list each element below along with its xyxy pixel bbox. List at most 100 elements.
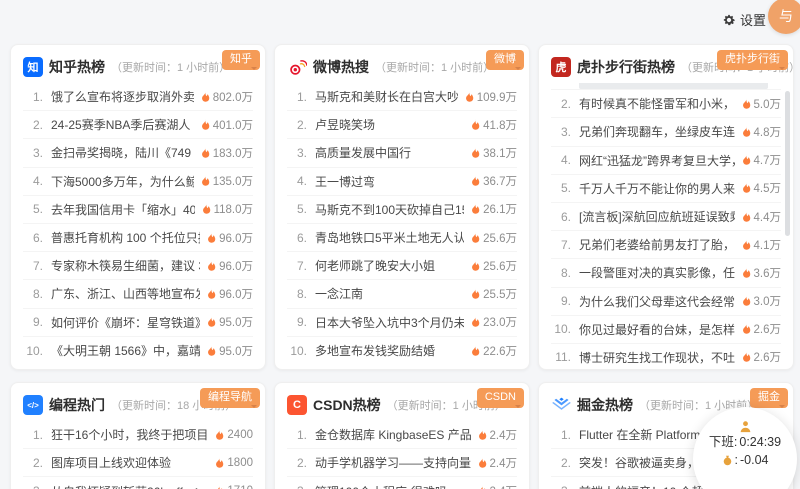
card-zhihu: 知知乎热榜 （更新时间：1 小时前）知乎 1. 饿了么宣布将逐步取消外卖超时... 80… <box>10 44 266 370</box>
list-item[interactable]: 10. 你见过最好看的台妹，是怎样的？可... 2.6万 <box>551 316 781 344</box>
list-item[interactable]: 2. 动手学机器学习——支持向量机SVM... 2.4万 <box>287 449 517 478</box>
rank-number: 5. <box>560 181 571 196</box>
heat-value: 135.0万 <box>200 173 253 189</box>
list-item[interactable]: 11. 博士研究生找工作现状，不吐不快 2.6万 <box>551 344 782 369</box>
list-item[interactable]: 2. 24-25赛季NBA季后赛湖人 104:11... 401.0万 <box>23 111 253 140</box>
scrollbar-thumb[interactable] <box>785 91 790 236</box>
heat-number: 118.0万 <box>213 204 253 217</box>
flame-icon <box>470 203 480 215</box>
flame-icon <box>741 210 751 223</box>
heat-value: 4.8万 <box>741 124 781 140</box>
list-item[interactable]: 4. 王一博过弯 36.7万 <box>287 168 517 196</box>
card-title: 微博热搜 <box>313 59 369 75</box>
heat-value: 2400 <box>214 429 253 441</box>
list-item-partial <box>551 83 781 91</box>
list-item[interactable]: 8. 广东、浙江、山西等地宣布发钱奖... 96.0万 <box>23 280 253 309</box>
item-title: 你见过最好看的台妹，是怎样的？可... <box>579 322 735 337</box>
flame-icon <box>206 260 216 272</box>
list-item[interactable]: 7. 何老师跳了晚安大小姐 25.6万 <box>287 252 517 281</box>
rank-number: 3. <box>287 484 307 489</box>
list-item[interactable]: 9. 日本大爷坠入坑中3个月仍未获救 23.0万 <box>287 309 517 337</box>
list-item[interactable]: 8. 一念江南 25.5万 <box>287 280 517 309</box>
list-item[interactable]: 2. 卢昱晓笑场 41.8万 <box>287 111 517 140</box>
list-item[interactable]: 5. 去年我国信用卡「缩水」4000万... 118.0万 <box>23 196 253 224</box>
rank-number: 4. <box>32 174 43 189</box>
flame-icon <box>214 428 224 441</box>
item-title: 青岛地铁口5平米土地无人认领 <box>315 231 465 246</box>
heat-value: 3.6万 <box>741 265 781 281</box>
avatar[interactable]: 与 <box>768 0 800 34</box>
card-header: 知知乎热榜 （更新时间：1 小时前） <box>23 53 253 81</box>
list-item[interactable]: 1. 金仓数据库 KingbaseES 产品深度优... 2.4万 <box>287 421 517 450</box>
list-item[interactable]: 5. 千万人千万不能让你的男人来胡志明... 4.5万 <box>551 175 781 203</box>
rank-number: 4. <box>560 153 571 168</box>
heat-value: 2.4万 <box>477 427 517 443</box>
heat-value: 5.0万 <box>741 96 781 112</box>
heat-value: 4.7万 <box>741 152 781 168</box>
settings-button[interactable]: 设置 <box>722 10 766 29</box>
heat-number: 401.0万 <box>212 119 253 132</box>
flame-icon <box>477 485 487 489</box>
list-item[interactable]: 2. 有时候真不能怪雷军和小米，摊上这... 5.0万 <box>551 90 781 119</box>
list-item[interactable]: 1. 狂干16个小时，我终于把项目上线... 2400 <box>23 421 253 450</box>
list-item[interactable]: 4. 下海5000多万年，为什么鲸鱼没... 135.0万 <box>23 168 253 196</box>
source-tag: 虎扑步行街 <box>717 50 788 70</box>
list-item[interactable]: 6. 普惠托育机构 100 个托位只招到 17... 96.0万 <box>23 224 253 253</box>
flame-icon <box>201 203 211 215</box>
flame-icon <box>470 288 480 300</box>
heat-number: 109.9万 <box>476 91 517 104</box>
rank-number: 3. <box>560 124 571 139</box>
heat-number: 4.5万 <box>753 183 782 196</box>
heat-value: 96.0万 <box>206 286 253 302</box>
rank-number: 2. <box>32 117 43 132</box>
heat-value: 802.0万 <box>200 89 253 105</box>
heat-number: 135.0万 <box>212 176 253 189</box>
heat-number: 2.6万 <box>753 352 782 365</box>
item-title: 狂干16个小时，我终于把项目上线... <box>51 428 209 443</box>
heat-value: 109.9万 <box>464 89 517 105</box>
list-item[interactable]: 3. 兄弟们奔现翻车，坐绿皮车连夜跑路... 4.8万 <box>551 118 781 147</box>
rank-number: 2. <box>296 117 307 132</box>
heat-value: 2.6万 <box>741 349 782 365</box>
flame-icon <box>477 457 487 469</box>
rank-number: 3. <box>296 145 307 160</box>
flame-icon <box>200 147 210 159</box>
flame-icon <box>214 457 224 469</box>
rank-number: 11. <box>555 350 571 365</box>
list-item[interactable]: 3. 管理100个小程序-很难吗 2.4万 <box>287 477 517 489</box>
rank-number: 3. <box>551 484 571 489</box>
list-item[interactable]: 8. 一段警匪对决的真实影像，任何电影... 3.6万 <box>551 259 781 288</box>
flame-icon <box>464 90 474 103</box>
card-bianchengrementop: </> 编程热门 （更新时间：18 小时前） 编程导航 1. 狂干16个小时，我终于把项目… <box>10 382 266 489</box>
list-item[interactable]: 5. 马斯克不到100天砍掉自己1500亿... 26.1万 <box>287 196 517 224</box>
item-title: 多地宣布发钱奖励结婚 <box>315 344 436 359</box>
heat-number: 96.0万 <box>219 260 253 273</box>
heat-number: 95.0万 <box>219 345 253 358</box>
scroll-content: 2. 有时候真不能怪雷军和小米，摊上这... 5.0万 3. 兄弟们奔现翻车，坐绿皮车连… <box>551 83 782 369</box>
item-title: 王一博过弯 <box>315 174 376 189</box>
heat-number: 2.4万 <box>490 483 518 489</box>
list-item[interactable]: 6. 青岛地铁口5平米土地无人认领 25.6万 <box>287 224 517 253</box>
heat-value: 38.1万 <box>470 145 517 161</box>
heat-number: 41.8万 <box>483 119 517 132</box>
item-title: 一念江南 <box>315 287 364 302</box>
list-item[interactable]: 4. 网红“迅猛龙”跨界考复旦大学，公平... 4.7万 <box>551 147 781 175</box>
list-item[interactable]: 1. 马斯克和美财长在白宫大吵狂飙脏... 109.9万 <box>287 83 517 112</box>
list-item[interactable]: 7. 专家称木筷易生细菌，建议 3-6 个... 96.0万 <box>23 252 253 281</box>
list-item[interactable]: 6. [流言板]深航回应航班延误致乘客被... 4.4万 <box>551 203 781 232</box>
flame-icon <box>741 126 751 138</box>
list-item[interactable]: 10. 《大明王朝 1566》中，嘉靖为什... 95.0万 <box>23 337 253 365</box>
list-item[interactable]: 9. 为什么我们父母辈这代会经常为了一... 3.0万 <box>551 288 781 316</box>
list-item[interactable]: 3. 从自我怀疑到斩获26k offer：一个普... 1710 <box>23 477 253 489</box>
list-item[interactable]: 7. 兄弟们老婆给前男友打了胎，我刚知... 4.1万 <box>551 231 781 260</box>
list-item[interactable]: 10. 多地宣布发钱奖励结婚 22.6万 <box>287 337 517 365</box>
list-item[interactable]: 3. 高质量发展中国行 38.1万 <box>287 139 517 168</box>
list-item[interactable]: 9. 如何评价《崩坏：星穹铁道》二周... 95.0万 <box>23 309 253 337</box>
list-item[interactable]: 2. 图库项目上线欢迎体验 1800 <box>23 449 253 478</box>
rank-number: 1. <box>560 427 571 442</box>
list-item[interactable]: 1. 饿了么宣布将逐步取消外卖超时... 802.0万 <box>23 83 253 112</box>
heat-value: 4.4万 <box>741 209 781 225</box>
list-item[interactable]: 3. 金扫帚奖揭晓，陆川《749 局》横... 183.0万 <box>23 139 253 168</box>
flame-icon <box>741 351 751 363</box>
flame-icon <box>741 182 751 194</box>
